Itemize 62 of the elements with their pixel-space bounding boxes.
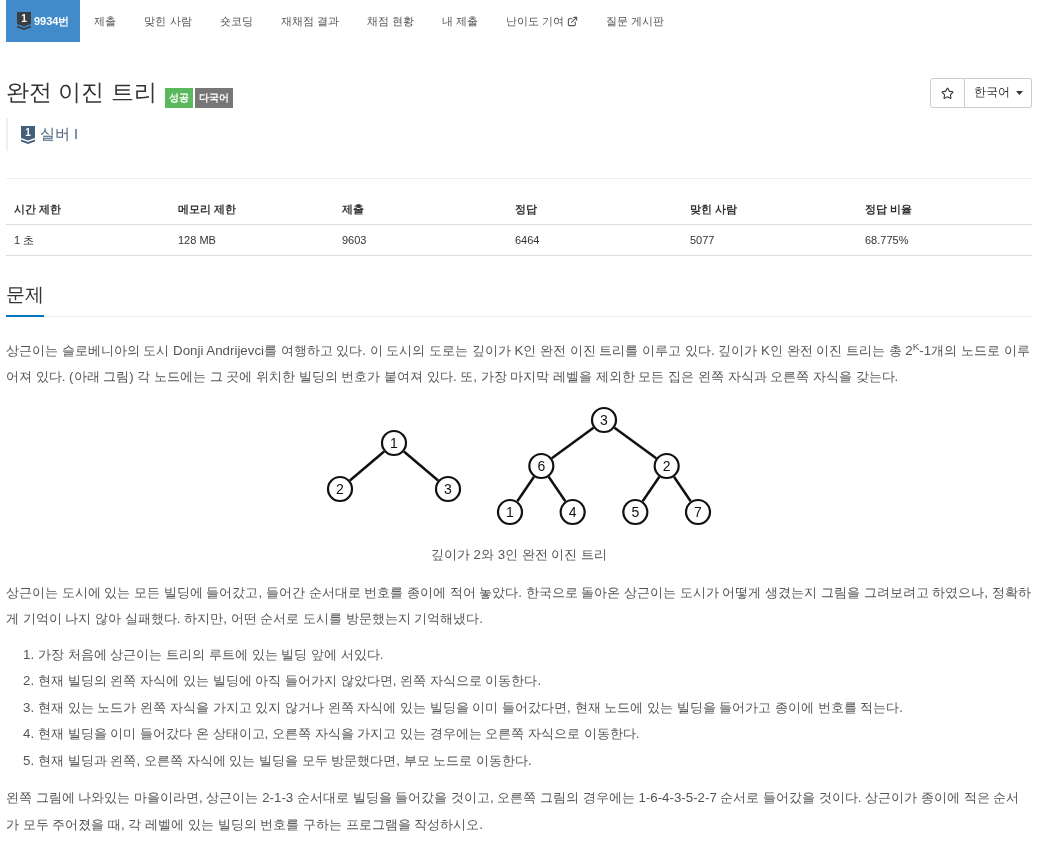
tree-node: 5 bbox=[622, 498, 649, 525]
tree-edge bbox=[672, 475, 692, 502]
table-cell: 68.775% bbox=[865, 233, 909, 246]
nav-tab[interactable]: 내 제출 bbox=[427, 0, 492, 42]
nav-tab[interactable]: 채점 현황 bbox=[352, 0, 428, 42]
column-header: 정답 bbox=[515, 203, 537, 216]
nav-tab[interactable]: 맞힌 사람 bbox=[130, 0, 206, 42]
problem-paragraph: 상근이는 도시에 있는 모든 빌딩에 들어갔고, 들어간 순서대로 번호를 종이에 적어 놓았다. 한국으로 돌아온 상근이는 도시가 어떻게 생겼는지 그림을 그려보려고 하였으나, 정확하게 기억이 나지 않아 실패했다. 하지만, 어떤 순서로 도시를 방문했는지 기억해냈다. bbox=[6, 583, 1032, 628]
list-number: 1. bbox=[23, 645, 35, 664]
list-item-text: 현재 있는 노드가 왼쪽 자식을 가지고 있지 않거나 왼쪽 자식에 있는 빌딩을 이미 들어갔다면, 현재 노드에 있는 빌딩을 들어가고 종이에 번호를 적는다. bbox=[38, 698, 904, 717]
tree-edge bbox=[551, 426, 595, 459]
tree-edge bbox=[547, 475, 567, 502]
list-item-text: 현재 빌딩의 왼쪽 자식에 있는 빌딩에 아직 들어가지 않았다면, 왼쪽 자식으로 이동한다. bbox=[38, 672, 542, 690]
tree-node: 3 bbox=[434, 475, 462, 502]
favorite-button[interactable] bbox=[930, 78, 965, 108]
table-cell: 128 MB bbox=[178, 233, 216, 246]
list-number: 2. bbox=[23, 672, 35, 690]
tree-edge bbox=[516, 475, 536, 502]
list-item-text: 현재 빌딩과 왼쪽, 오른쪽 자식에 있는 빌딩을 모두 방문했다면, 부모 노드로 이동한다. bbox=[38, 751, 532, 770]
tree-node: 2 bbox=[653, 452, 680, 479]
nav-tab[interactable]: 질문 게시판 bbox=[591, 0, 678, 42]
tree-edge bbox=[641, 475, 661, 502]
figure-caption: 깊이가 2와 3인 완전 이진 트리 bbox=[429, 545, 609, 564]
table-cell: 5077 bbox=[690, 233, 715, 246]
table-cell: 6464 bbox=[515, 233, 540, 246]
tree-node: 7 bbox=[684, 498, 712, 525]
tree-edge bbox=[403, 449, 439, 482]
list-item-text: 가장 처음에 상근이는 트리의 루트에 있는 빌딩 앞에 서있다. bbox=[38, 645, 384, 664]
problem-title: 완전 이진 트리 bbox=[6, 79, 157, 107]
nav-tab[interactable]: 1 9934번 bbox=[6, 0, 81, 42]
column-header: 시간 제한 bbox=[14, 203, 62, 216]
column-header: 정답 비율 bbox=[865, 203, 913, 216]
tree-node: 3 bbox=[590, 406, 618, 433]
tree-edge bbox=[613, 426, 657, 459]
nav-tab[interactable]: 난이도 기여 bbox=[491, 0, 592, 42]
tree-node: 2 bbox=[326, 475, 354, 502]
list-number: 4. bbox=[23, 725, 35, 743]
section-heading: 문제 bbox=[6, 281, 44, 317]
list-number: 5. bbox=[23, 751, 35, 770]
column-header: 맞힌 사람 bbox=[690, 203, 738, 216]
status-label: 다국어 bbox=[194, 88, 233, 108]
column-header: 메모리 제한 bbox=[178, 203, 237, 216]
nav-tab[interactable]: 제출 bbox=[80, 0, 131, 42]
problem-paragraph: 상근이는 슬로베니아의 도시 Donji Andrijevci를 여행하고 있다. 이 도시의 도로는 깊이가 K인 완전 이진 트리를 이루고 있다. 깊이가 K인 완전 이진 트리는 총 2$^{K}$-1개의 노드로 이루어져 있다. (아래 그림) 각 노드에는 그 곳에 위치한 빌딩의 번호가 붙여져 있다. 또, 가장 마지막 레벨을 제외한 모든 집은 왼쪽 자식과 오른쪽 자식을 갖는다. bbox=[6, 339, 1031, 386]
column-header: 제출 bbox=[342, 203, 364, 216]
tree-node: 6 bbox=[528, 452, 555, 479]
caret-icon bbox=[1016, 91, 1023, 95]
tier-icon: 1 bbox=[17, 12, 31, 30]
table-cell: 9603 bbox=[342, 233, 367, 246]
tree-node: 1 bbox=[380, 429, 408, 456]
list-number: 3. bbox=[23, 698, 35, 717]
tier-name: 실버 I bbox=[40, 124, 79, 144]
tree-edge bbox=[349, 449, 385, 482]
table-cell: 1 초 bbox=[14, 233, 35, 246]
status-label: 성공 bbox=[164, 88, 193, 108]
tree-node: 4 bbox=[559, 498, 586, 525]
nav-tab[interactable]: 재채점 결과 bbox=[266, 0, 353, 42]
language-dropdown[interactable]: 한국어 bbox=[965, 78, 1032, 108]
tree-node: 1 bbox=[496, 498, 524, 525]
list-item-text: 현재 빌딩을 이미 들어갔다 온 상태이고, 오른쪽 자식을 가지고 있는 경우에는 오른쪽 자식으로 이동한다. bbox=[38, 725, 640, 743]
nav-tab[interactable]: 숏코딩 bbox=[205, 0, 267, 42]
problem-paragraph: 왼쪽 그림에 나와있는 마을이라면, 상근이는 2-1-3 순서대로 빌딩을 들어갔을 것이고, 오른쪽 그림의 경우에는 1-6-4-3-5-2-7 순서로 들어갔을 것이다. 상근이가 종이에 적은 순서가 모두 주어졌을 때, 각 레벨에 있는 빌딩의 번호를 구하는 프로그램을 작성하시오. bbox=[6, 789, 1021, 834]
